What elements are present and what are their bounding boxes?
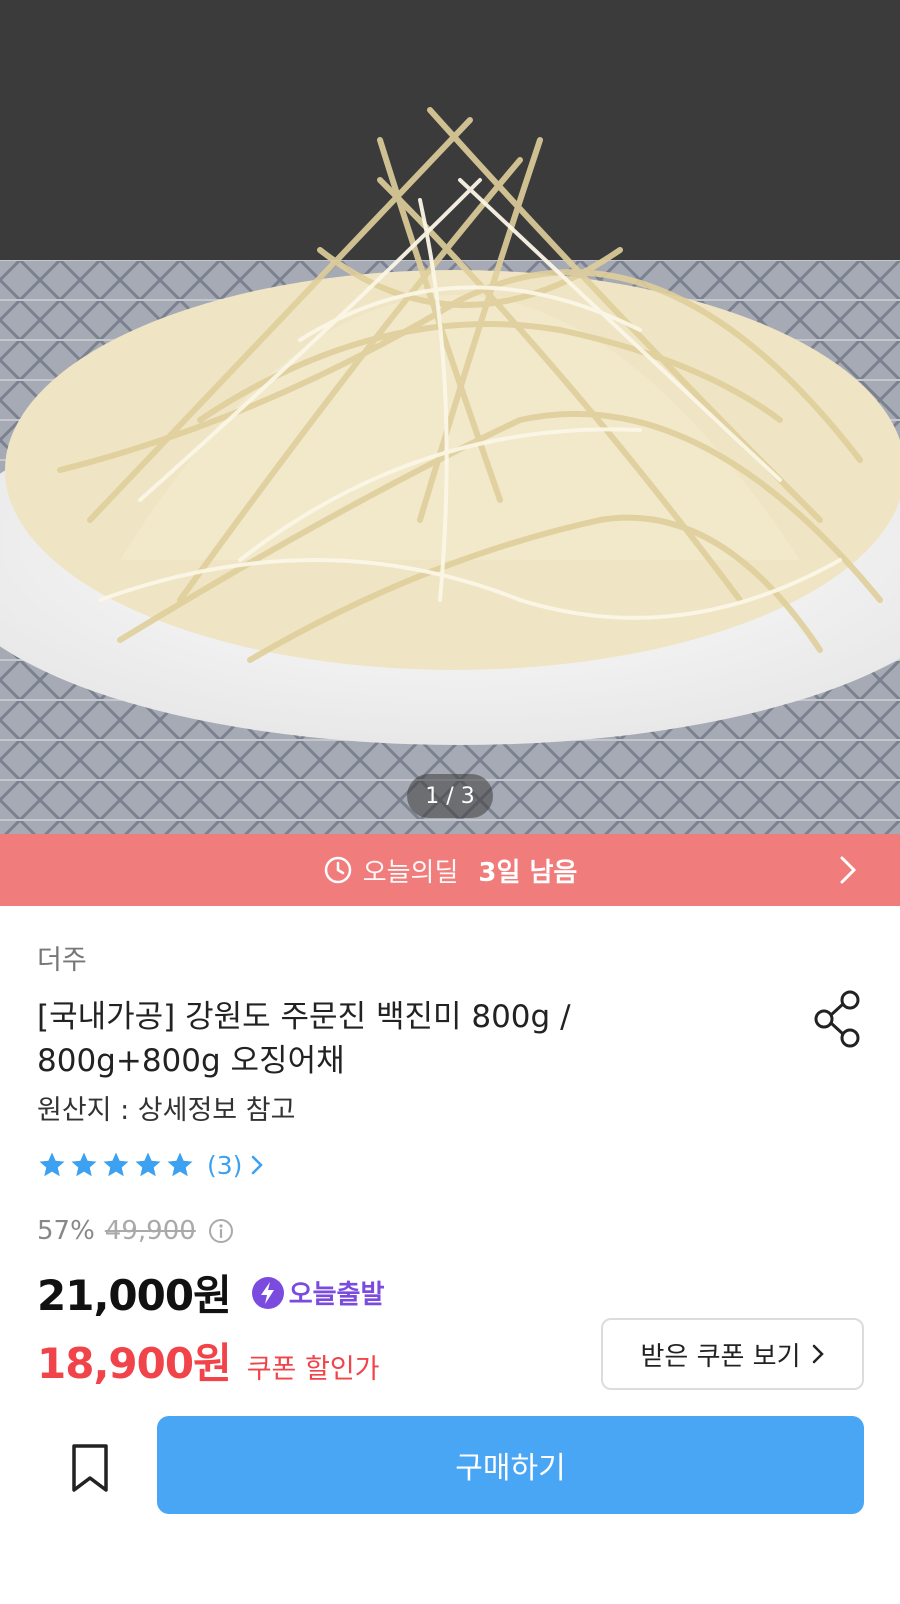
coupon-price: 18,900원 [37,1339,232,1388]
clock-icon [324,856,351,884]
star-rating [37,1150,197,1180]
image-pager: 1 / 3 [407,774,493,818]
today-shipping-badge: 오늘출발 [251,1274,385,1311]
product-image-gallery[interactable]: 1 / 3 [0,0,900,834]
star-icon [71,1152,97,1177]
buy-button[interactable]: 구매하기 [157,1416,864,1514]
star-icon [135,1152,161,1177]
coupon-price-row: 18,900원 쿠폰 할인가 [37,1330,380,1391]
coupon-price-label: 쿠폰 할인가 [246,1354,380,1385]
chevron-right-icon [252,1155,264,1175]
deal-label: 오늘의딜 [362,857,459,888]
share-icon[interactable] [812,990,864,1048]
product-title: [국내가공] 강원도 주문진 백진미 800g / 800g+800g 오징어채 [37,999,571,1079]
info-icon[interactable] [208,1218,234,1244]
chevron-right-icon [840,856,857,884]
lightning-icon [251,1276,284,1309]
star-icon [39,1152,65,1177]
seller-name[interactable]: 더주 [37,938,87,977]
original-price: 49,900 [104,1216,196,1246]
today-shipping-label: 오늘출발 [288,1280,385,1310]
product-photo [0,0,900,834]
discount-percent: 57% [37,1216,95,1246]
rating-summary[interactable]: (3) [37,1150,264,1180]
review-count[interactable]: (3) [207,1151,242,1180]
view-coupons-button[interactable]: 받은 쿠폰 보기 [601,1318,864,1390]
star-icon [167,1152,193,1177]
deal-remaining: 3일 남음 [478,857,578,888]
discount-row: 57% 49,900 [37,1216,234,1246]
chevron-right-icon [812,1344,824,1364]
star-icon [103,1152,129,1177]
view-coupons-label: 받은 쿠폰 보기 [640,1341,801,1372]
price-row: 21,000원 오늘출발 [37,1262,384,1323]
today-deal-banner[interactable]: 오늘의딜 3일 남음 [0,834,900,906]
bookmark-icon[interactable] [68,1442,112,1494]
sale-price: 21,000원 [37,1271,232,1320]
origin-info: 원산지 : 상세정보 참고 [37,1095,296,1126]
